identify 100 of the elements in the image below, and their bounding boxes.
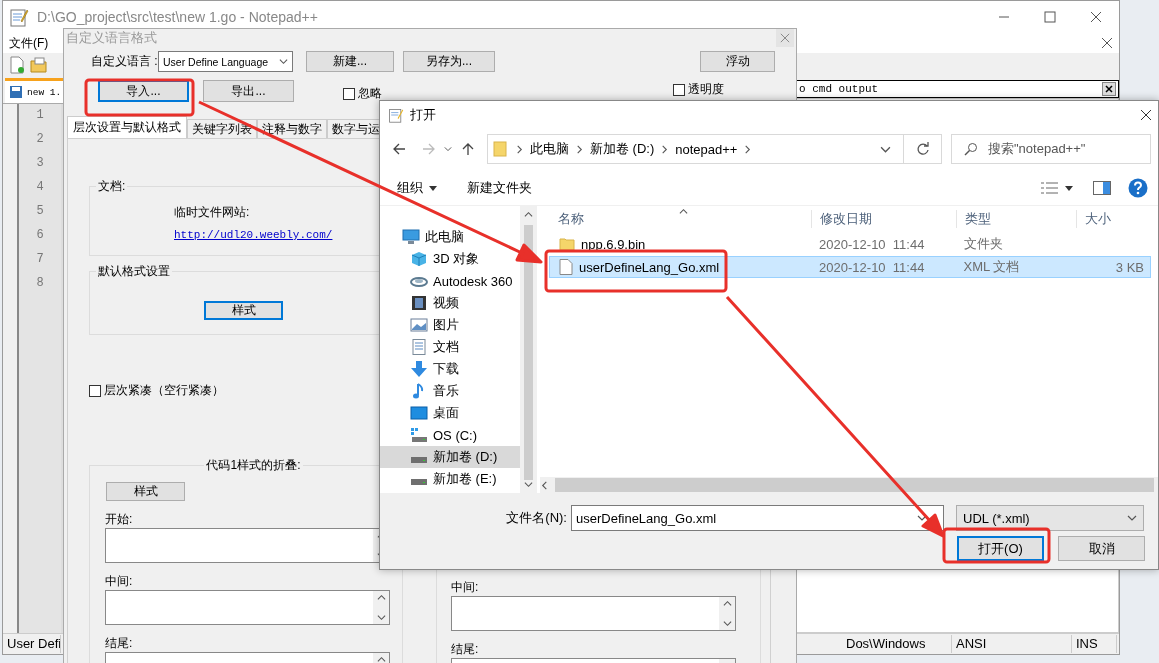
new-file-icon[interactable]: [8, 56, 26, 74]
breadcrumb[interactable]: 新加卷 (D:): [590, 140, 655, 158]
file-type-dropdown[interactable]: UDL (*.xml): [956, 505, 1144, 531]
line-number: 4: [36, 180, 44, 194]
open-button[interactable]: 打开(O): [957, 536, 1044, 561]
column-header[interactable]: 名称: [549, 210, 811, 228]
forward-arrow-icon[interactable]: [422, 142, 436, 156]
close-icon[interactable]: [1101, 37, 1113, 49]
column-header[interactable]: 大小: [1076, 210, 1151, 228]
breadcrumb[interactable]: notepad++: [675, 141, 738, 157]
file-size: 3 KB: [1115, 259, 1144, 275]
notepad-icon: [9, 7, 29, 27]
scrollbar[interactable]: [520, 206, 537, 493]
tree-item[interactable]: 文档: [380, 336, 520, 358]
chevron-right-icon: [515, 144, 524, 154]
modified-date: 2020-12-10 11:44: [819, 259, 925, 275]
scroll-up-icon: [376, 655, 386, 663]
status-text: User Defi: [3, 635, 61, 653]
field-label: 临时文件网站:: [174, 205, 250, 219]
checkbox[interactable]: [89, 384, 101, 397]
minimize-icon: [998, 16, 1010, 18]
panel-title: o cmd output: [799, 83, 879, 95]
help-icon[interactable]: [1128, 178, 1148, 198]
new-folder-button[interactable]: 新建文件夹: [467, 179, 532, 197]
drive-icon: [410, 456, 428, 464]
tree-item[interactable]: 新加卷 (D:): [380, 446, 520, 468]
menu-item[interactable]: 文件(F): [9, 34, 49, 52]
column-header[interactable]: 修改日期: [811, 210, 956, 228]
view-options-icon[interactable]: [1041, 181, 1059, 195]
dropdown-caret-icon: [279, 57, 288, 66]
file-type: XML 文档: [963, 259, 1020, 274]
import-button[interactable]: 导入...: [98, 80, 189, 102]
group-title: 文档:: [97, 178, 127, 195]
dialog-title: 自定义语言格式: [66, 29, 157, 47]
line-number: 2: [36, 132, 44, 146]
tab[interactable]: 层次设置与默认格式: [67, 116, 187, 138]
dialog-button[interactable]: 新建...: [306, 51, 394, 72]
scrollbar[interactable]: [540, 477, 1158, 493]
film-icon: [410, 295, 428, 311]
tree-item[interactable]: 音乐: [380, 380, 520, 402]
tree-item[interactable]: 图片: [380, 314, 520, 336]
line-number: 1: [36, 108, 44, 122]
file-row[interactable]: npp.6.9.bin 2020-12-10 11:44 文件夹: [549, 233, 1151, 255]
up-arrow-icon[interactable]: [461, 142, 475, 156]
tree-item[interactable]: 视频: [380, 292, 520, 314]
tree-item[interactable]: 新加卷 (E:): [380, 468, 520, 490]
back-arrow-icon[interactable]: [392, 142, 406, 156]
field-label: 结尾:: [451, 642, 479, 656]
folder-icon[interactable]: [30, 56, 48, 74]
search-icon: [964, 142, 978, 156]
language-dropdown[interactable]: User Define Language: [158, 51, 293, 72]
cancel-button[interactable]: 取消: [1058, 536, 1145, 561]
scroll-thumb[interactable]: [524, 225, 533, 480]
column-header[interactable]: 类型: [956, 210, 1076, 228]
refresh-icon[interactable]: [915, 142, 930, 156]
caret-icon: [429, 185, 437, 191]
maximize-icon: [1044, 11, 1056, 23]
file-row[interactable]: userDefineLang_Go.xml 2020-12-10 11:44 XML 文档 3 KB: [549, 256, 1151, 278]
field-label: 中间:: [451, 580, 479, 594]
tree-item[interactable]: OS (C:): [380, 424, 520, 446]
filename-field[interactable]: userDefineLang_Go.xml: [571, 505, 944, 531]
text-area[interactable]: [105, 590, 390, 625]
field-label: 中间:: [105, 574, 133, 588]
folder-icon: [559, 237, 575, 251]
checkbox[interactable]: [343, 87, 355, 100]
chevron-right-icon: [660, 144, 670, 154]
file-type: 文件夹: [963, 236, 1003, 251]
window-title: D:\GO_project\src\test\new 1.go - Notepad++: [37, 9, 318, 25]
line-number: 6: [36, 228, 44, 242]
tree-item[interactable]: 桌面: [380, 402, 520, 424]
dock-button[interactable]: 浮动: [700, 51, 775, 72]
style-button[interactable]: 样式: [204, 301, 283, 320]
tree-item[interactable]: 下载: [380, 358, 520, 380]
scroll-down-icon: [722, 619, 732, 628]
style-button[interactable]: 样式: [106, 482, 185, 501]
tree-item[interactable]: Autodesk 360: [380, 270, 520, 292]
text-area[interactable]: [451, 596, 736, 631]
field-label: 开始:: [105, 512, 133, 526]
scroll-thumb[interactable]: [555, 478, 1154, 492]
dialog-title: 打开: [410, 106, 436, 124]
caret-icon[interactable]: [1065, 185, 1073, 191]
breadcrumb[interactable]: 此电脑: [530, 140, 569, 158]
field-label: 文件名(N):: [505, 509, 567, 527]
file-icon: [559, 259, 573, 275]
website-link[interactable]: http://udl20.weebly.com/: [174, 229, 333, 241]
tree-item[interactable]: 3D 对象: [380, 248, 520, 270]
line-number: 8: [36, 276, 44, 290]
organize-menu[interactable]: 组织: [397, 179, 437, 197]
tree-item[interactable]: 此电脑: [380, 226, 520, 248]
search-field[interactable]: 搜索"notepad++": [951, 134, 1151, 164]
close-button[interactable]: [1102, 82, 1116, 96]
line-number: 5: [36, 204, 44, 218]
close-icon[interactable]: [1140, 109, 1152, 121]
scroll-down-icon: [524, 480, 533, 489]
checkbox[interactable]: [673, 83, 685, 96]
export-button[interactable]: 导出...: [203, 80, 294, 102]
dialog-button[interactable]: 另存为...: [403, 51, 495, 72]
preview-pane-icon[interactable]: [1093, 181, 1111, 195]
address-bar[interactable]: 此电脑 新加卷 (D:) notepad++: [487, 134, 942, 164]
field-label: 自定义语言 :: [91, 53, 158, 70]
